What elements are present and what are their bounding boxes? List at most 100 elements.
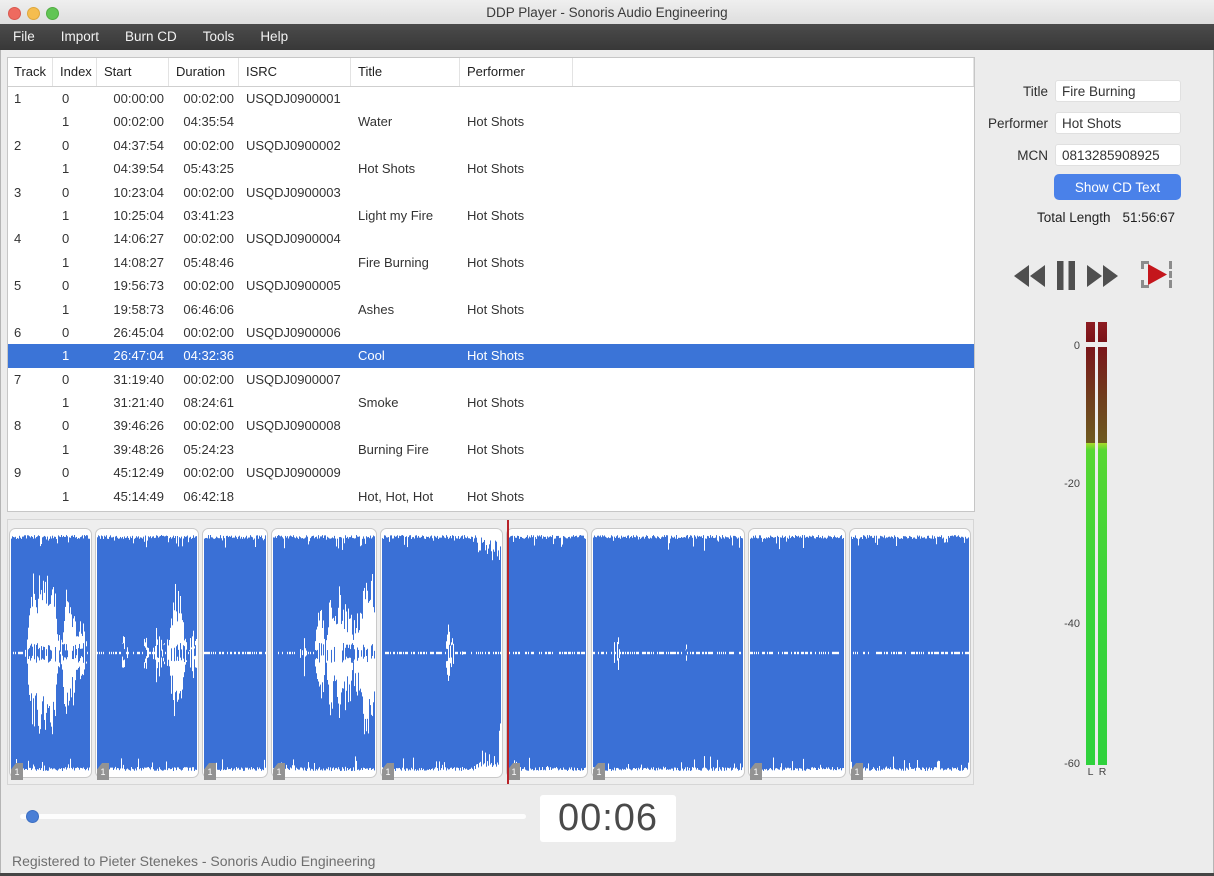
cell-start: 19:58:73: [113, 301, 164, 317]
menu-item-tools[interactable]: Tools: [203, 24, 235, 50]
cell-title: Ashes: [358, 301, 395, 317]
table-row[interactable]: 1 19:58:73 06:46:06 Ashes Hot Shots: [8, 297, 974, 321]
table-row[interactable]: 1 14:08:27 05:48:46 Fire Burning Hot Shots: [8, 250, 974, 275]
menu-item-help[interactable]: Help: [260, 24, 288, 50]
performer-field[interactable]: [1055, 112, 1181, 134]
cell-index: 0: [62, 324, 70, 340]
cell-index: 1: [62, 348, 70, 364]
menu-item-file[interactable]: File: [13, 24, 35, 50]
cell-isrc: USQDJ0900004: [246, 231, 341, 247]
cell-index: 0: [62, 184, 70, 200]
cell-duration: 05:48:46: [183, 254, 234, 270]
cell-performer: Hot Shots: [467, 395, 525, 411]
column-header-isrc[interactable]: ISRC: [239, 58, 351, 86]
column-header-start[interactable]: Start: [97, 58, 169, 86]
cell-duration: 04:35:54: [183, 114, 234, 130]
table-row[interactable]: 9 0 45:12:49 00:02:00 USQDJ0900009: [8, 461, 974, 485]
window-title: DDP Player - Sonoris Audio Engineering: [486, 5, 728, 20]
cell-duration: 03:41:23: [183, 207, 234, 223]
cell-track: [8, 157, 53, 180]
cell-isrc: [239, 204, 351, 227]
cell-duration: 00:02:00: [183, 231, 234, 247]
time-value: 00:06: [557, 797, 659, 839]
show-cd-text-button[interactable]: Show CD Text: [1054, 174, 1181, 200]
playhead-cursor[interactable]: [507, 520, 509, 784]
cell-title: [351, 414, 460, 437]
cell-empty: [573, 391, 974, 414]
cell-track: [8, 391, 53, 414]
fast-forward-icon[interactable]: [1087, 265, 1119, 287]
cell-title: [351, 181, 460, 204]
cell-track: 4: [14, 231, 22, 247]
table-row[interactable]: 1 31:21:40 08:24:61 Smoke Hot Shots: [8, 391, 974, 415]
table-row[interactable]: 1 39:48:26 05:24:23 Burning Fire Hot Shots: [8, 437, 974, 462]
track-table: Track Index Start Duration ISRC Title Performe…: [7, 57, 975, 512]
table-row-selected[interactable]: 1 26:47:04 04:32:36 Cool Hot Shots: [8, 344, 974, 368]
column-header-empty[interactable]: [573, 58, 974, 86]
cell-performer: [460, 461, 573, 484]
cell-empty: [573, 414, 974, 437]
seek-slider-thumb[interactable]: [26, 810, 39, 823]
table-row[interactable]: 3 0 10:23:04 00:02:00 USQDJ0900003: [8, 180, 974, 204]
cell-start: 00:00:00: [113, 91, 164, 106]
cell-start: 10:25:04: [113, 207, 164, 223]
menu-item-burn-cd[interactable]: Burn CD: [125, 24, 177, 50]
cell-empty: [573, 438, 974, 461]
cell-track: 5: [14, 278, 22, 294]
cell-start: 04:37:54: [113, 137, 164, 153]
cell-index: 1: [62, 488, 70, 504]
cell-empty: [573, 157, 974, 180]
table-row[interactable]: 1 10:25:04 03:41:23 Light my Fire Hot Shots: [8, 203, 974, 228]
cell-title: [351, 274, 460, 297]
table-row[interactable]: 7 0 31:19:40 00:02:00 USQDJ0900007: [8, 367, 974, 392]
cell-start: 39:48:26: [113, 441, 164, 457]
cell-track: 2: [14, 137, 22, 153]
table-row[interactable]: 4 0 14:06:27 00:02:00 USQDJ0900004: [8, 227, 974, 251]
table-row[interactable]: 1 00:02:00 04:35:54 Water Hot Shots: [8, 110, 974, 134]
table-row[interactable]: 1 0 00:00:00 00:02:00 USQDJ0900001: [8, 87, 974, 111]
title-field[interactable]: [1055, 80, 1181, 102]
cell-duration: 00:02:00: [183, 91, 234, 106]
seek-slider-track[interactable]: [20, 814, 526, 819]
cell-title: Burning Fire: [358, 441, 429, 457]
column-header-title[interactable]: Title: [351, 58, 460, 86]
cell-index: 1: [62, 301, 70, 317]
pause-icon[interactable]: [1057, 261, 1075, 290]
cell-empty: [573, 181, 974, 204]
cell-isrc: [239, 251, 351, 274]
column-header-duration[interactable]: Duration: [169, 58, 239, 86]
mcn-label: MCN: [1017, 148, 1048, 163]
column-header-index[interactable]: Index: [53, 58, 97, 86]
menu-item-import[interactable]: Import: [61, 24, 99, 50]
cell-performer: [460, 321, 573, 344]
table-row[interactable]: 6 0 26:45:04 00:02:00 USQDJ0900006: [8, 320, 974, 345]
cell-index: 0: [62, 137, 70, 153]
cell-duration: 00:02:00: [183, 278, 234, 294]
cell-duration: 08:24:61: [183, 395, 234, 411]
cell-title: Smoke: [358, 395, 399, 411]
cell-performer: [460, 227, 573, 250]
cell-performer: [460, 274, 573, 297]
table-row[interactable]: 8 0 39:46:26 00:02:00 USQDJ0900008: [8, 414, 974, 438]
waveform-canvas[interactable]: [8, 520, 973, 784]
play-marker-icon[interactable]: [1140, 260, 1174, 289]
meter-scale-label: 0: [1073, 340, 1080, 352]
column-header-track[interactable]: Track: [8, 58, 53, 86]
cell-track: 7: [14, 371, 22, 387]
mcn-field[interactable]: [1055, 144, 1181, 166]
table-row[interactable]: 2 0 04:37:54 00:02:00 USQDJ0900002: [8, 133, 974, 158]
cell-title: [351, 227, 460, 250]
table-row[interactable]: 5 0 19:56:73 00:02:00 USQDJ0900005: [8, 274, 974, 298]
cell-duration: 00:02:00: [183, 371, 234, 387]
cell-isrc: [239, 298, 351, 321]
column-header-performer[interactable]: Performer: [460, 58, 573, 86]
rewind-icon[interactable]: [1014, 265, 1046, 287]
cell-start: 26:45:04: [113, 324, 164, 340]
cell-isrc: USQDJ0900006: [246, 324, 341, 340]
cell-performer: Hot Shots: [467, 207, 525, 223]
cell-empty: [573, 227, 974, 250]
table-row[interactable]: 1 45:14:49 06:42:18 Hot, Hot, Hot Hot Shots: [8, 484, 974, 509]
cell-index: 1: [62, 207, 70, 223]
cell-duration: 06:46:06: [183, 301, 234, 317]
table-row[interactable]: 1 04:39:54 05:43:25 Hot Shots Hot Shots: [8, 157, 974, 181]
